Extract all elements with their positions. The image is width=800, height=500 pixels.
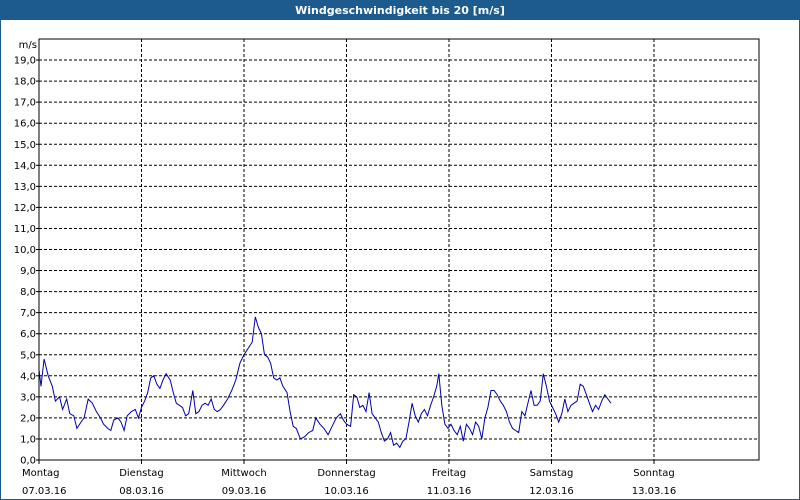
x-tick-date-label: 08.03.16 <box>119 486 164 497</box>
y-tick-label: 7,0 <box>20 308 36 319</box>
x-tick-date-label: 10.03.16 <box>324 486 369 497</box>
y-tick-label: 8,0 <box>20 287 36 298</box>
x-tick-date-label: 12.03.16 <box>529 486 574 497</box>
y-tick-label: 19,0 <box>14 56 36 67</box>
y-tick-label: 17,0 <box>14 98 36 109</box>
y-tick-label: 16,0 <box>14 119 36 130</box>
x-tick-day-label: Freitag <box>432 468 466 479</box>
y-tick-label: 2,0 <box>20 413 36 424</box>
y-tick-label: 9,0 <box>20 266 36 277</box>
wind-speed-chart: m/s 0,0 1,0 2,0 3,0 4,0 5,0 6,0 7,0 8,0 9,0 10,0 11… <box>14 38 760 497</box>
x-tick-date-label: 13.03.16 <box>632 486 677 497</box>
y-tick-label: 18,0 <box>14 77 36 88</box>
y-tick-label: 13,0 <box>14 182 36 193</box>
x-tick-date-label: 09.03.16 <box>222 486 267 497</box>
y-tick-label: 14,0 <box>14 161 36 172</box>
y-tick-label: 3,0 <box>20 392 36 403</box>
x-axis-ticks: Montag 07.03.16 Dienstag 08.03.16 Mittwoch 09… <box>22 460 676 497</box>
y-tick-label: 10,0 <box>14 245 36 256</box>
x-tick-day-label: Mittwoch <box>221 468 266 479</box>
x-tick-day-label: Sonntag <box>633 468 675 479</box>
y-tick-label: 12,0 <box>14 203 36 214</box>
y-tick-label: 4,0 <box>20 371 36 382</box>
y-tick-label: 5,0 <box>20 350 36 361</box>
y-tick-label: 1,0 <box>20 434 36 445</box>
x-tick-date-label: 07.03.16 <box>22 486 67 497</box>
y-tick-label: 6,0 <box>20 329 36 340</box>
y-tick-label: 15,0 <box>14 140 36 151</box>
x-tick-day-label: Samstag <box>530 468 574 479</box>
series-line-wind-speed <box>38 316 612 449</box>
y-tick-label: 11,0 <box>14 224 36 235</box>
grid-lines <box>39 39 759 460</box>
y-axis-unit-label: m/s <box>19 40 37 51</box>
x-tick-day-label: Montag <box>22 468 59 479</box>
y-axis-ticks: 0,0 1,0 2,0 3,0 4,0 5,0 6,0 7,0 8,0 9,0 10,0 11,0 12… <box>14 56 39 467</box>
y-tick-label: 0,0 <box>20 456 36 467</box>
x-tick-day-label: Donnerstag <box>317 468 375 479</box>
x-tick-day-label: Dienstag <box>119 468 164 479</box>
x-tick-date-label: 11.03.16 <box>427 486 472 497</box>
